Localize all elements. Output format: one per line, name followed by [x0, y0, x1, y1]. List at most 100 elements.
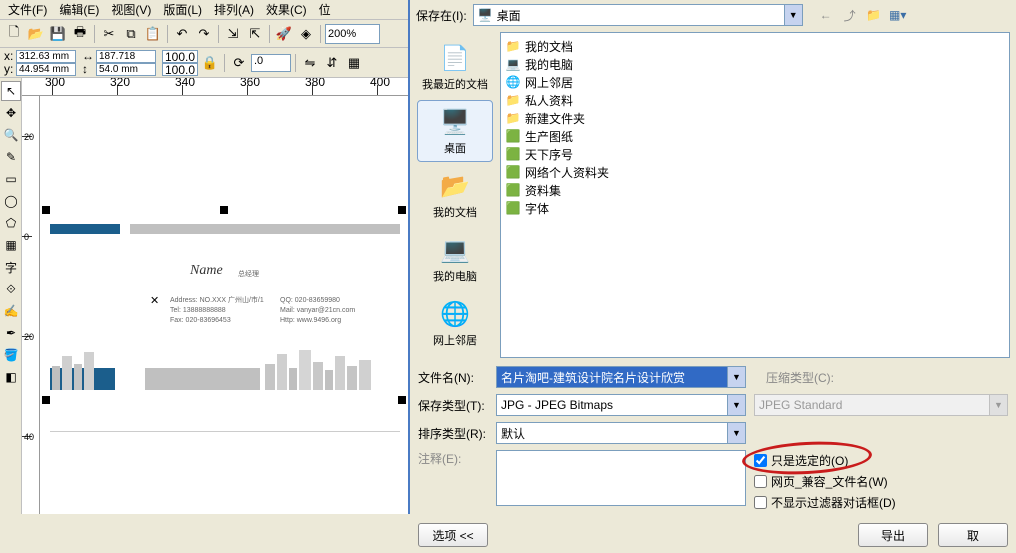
new-folder-icon[interactable]: 📁 — [865, 6, 883, 24]
cancel-button[interactable]: 取 — [938, 523, 1008, 547]
save-in-combo[interactable]: 🖥️ 桌面 ▼ — [473, 4, 803, 26]
place-desktop[interactable]: 🖥️ 桌面 — [417, 100, 493, 162]
file-label: 私人资料 — [525, 92, 573, 109]
cut-icon[interactable]: ✂ — [99, 24, 119, 44]
checkbox-input[interactable] — [754, 496, 767, 509]
copy-icon[interactable]: ⧉ — [121, 24, 141, 44]
notes-textarea[interactable] — [496, 450, 746, 506]
freehand-tool-icon[interactable]: ✎ — [1, 147, 21, 167]
place-recent[interactable]: 📄 我最近的文档 — [417, 36, 493, 98]
checkbox-web-name[interactable]: 网页_兼容_文件名(W) — [754, 473, 1008, 490]
checkbox-group: 只是选定的(O) 网页_兼容_文件名(W) 不显示过滤器对话框(D) — [754, 450, 1008, 511]
app-icon[interactable]: 🚀 — [274, 24, 294, 44]
file-item[interactable]: 🟩字体 — [505, 199, 1005, 217]
zoom-tool-icon[interactable]: 🔍 — [1, 125, 21, 145]
place-label: 网上邻居 — [433, 332, 477, 348]
x-label: x: — [4, 50, 16, 62]
import-icon[interactable]: ⇲ — [223, 24, 243, 44]
height-field[interactable]: 54.0 mm — [96, 63, 156, 76]
menu-file[interactable]: 文件(F) — [2, 0, 53, 20]
checkbox-selected-only[interactable]: 只是选定的(O) — [754, 452, 1008, 469]
mirror-h-icon[interactable]: ⇋ — [300, 53, 320, 73]
selection-handle[interactable] — [42, 206, 50, 214]
file-item[interactable]: 🟩生产图纸 — [505, 127, 1005, 145]
corel-icon[interactable]: ◈ — [296, 24, 316, 44]
file-item[interactable]: 📁我的文档 — [505, 37, 1005, 55]
checkbox-input[interactable] — [754, 475, 767, 488]
place-mypc[interactable]: 💻 我的电脑 — [417, 228, 493, 290]
up-icon[interactable]: ⤴ — [841, 6, 859, 24]
undo-icon[interactable]: ↶ — [172, 24, 192, 44]
open-icon[interactable]: 📂 — [26, 24, 46, 44]
paste-icon[interactable]: 📋 — [143, 24, 163, 44]
ellipse-tool-icon[interactable]: ◯ — [1, 191, 21, 211]
canvas[interactable]: ✕ Name 总经理 Address: NO.XXX 广州山/市/1 Tel: … — [40, 96, 408, 514]
export-icon[interactable]: ⇱ — [245, 24, 265, 44]
separator — [218, 25, 219, 43]
selection-handle[interactable] — [398, 396, 406, 404]
standard-toolbar: 🗋 📂 💾 🖶 ✂ ⧉ 📋 ↶ ↷ ⇲ ⇱ 🚀 ◈ 200% — [0, 20, 408, 48]
menu-edit[interactable]: 编辑(E) — [53, 0, 105, 20]
dropdown-icon[interactable]: ▼ — [727, 367, 745, 387]
shape-tool-icon[interactable]: ✥ — [1, 103, 21, 123]
checkbox-no-filter[interactable]: 不显示过滤器对话框(D) — [754, 494, 1008, 511]
scale-y-field[interactable]: 100.0 — [162, 63, 198, 76]
pick-tool-icon[interactable]: ↖ — [1, 81, 21, 101]
blend-tool-icon[interactable]: ⟐ — [1, 279, 21, 299]
place-mydoc[interactable]: 📂 我的文档 — [417, 164, 493, 226]
group-icon[interactable]: ▦ — [344, 53, 364, 73]
selection-handle[interactable] — [42, 396, 50, 404]
graph-tool-icon[interactable]: ▦ — [1, 235, 21, 255]
view-menu-icon[interactable]: ▦▾ — [889, 6, 907, 24]
mirror-v-icon[interactable]: ⇵ — [322, 53, 342, 73]
selection-handle[interactable] — [398, 206, 406, 214]
file-item[interactable]: 🟩资料集 — [505, 181, 1005, 199]
file-item[interactable]: 📁新建文件夹 — [505, 109, 1005, 127]
width-field[interactable]: 187.718 mm — [96, 50, 156, 63]
menu-arrange[interactable]: 排列(A) — [208, 0, 260, 20]
ruler-horizontal: 300 320 340 360 380 400 — [22, 78, 408, 96]
save-icon[interactable]: 💾 — [48, 24, 68, 44]
eyedropper-tool-icon[interactable]: ✍ — [1, 301, 21, 321]
menu-effects[interactable]: 效果(C) — [260, 0, 313, 20]
type-field[interactable]: JPG - JPEG Bitmaps ▼ — [496, 394, 746, 416]
x-field[interactable]: 312.63 mm — [16, 50, 76, 63]
nav-icons: ← ⤴ 📁 ▦▾ — [817, 6, 907, 24]
dropdown-icon[interactable]: ▼ — [727, 423, 745, 443]
redo-icon[interactable]: ↷ — [194, 24, 214, 44]
dropdown-icon[interactable]: ▼ — [784, 5, 802, 25]
places-bar: 📄 我最近的文档 🖥️ 桌面 📂 我的文档 💻 我的电脑 🌐 网上邻居 — [410, 30, 500, 360]
interactive-fill-icon[interactable]: ◧ — [1, 367, 21, 387]
fill-tool-icon[interactable]: 🪣 — [1, 345, 21, 365]
filename-field[interactable]: 名片淘吧-建筑设计院名片设计欣赏 ▼ — [496, 366, 746, 388]
lock-ratio-icon[interactable]: 🔒 — [200, 53, 220, 73]
file-list[interactable]: 📁我的文档💻我的电脑🌐网上邻居📁私人资料📁新建文件夹🟩生产图纸🟩天下序号🟩网络个… — [500, 32, 1010, 358]
y-field[interactable]: 44.954 mm — [16, 63, 76, 76]
text-tool-icon[interactable]: 字 — [1, 257, 21, 277]
file-item[interactable]: 🟩网络个人资料夹 — [505, 163, 1005, 181]
back-icon[interactable]: ← — [817, 6, 835, 24]
checkbox-input[interactable] — [754, 454, 767, 467]
rotation-field[interactable]: .0 — [251, 54, 291, 72]
selection-handle[interactable] — [220, 206, 228, 214]
export-button[interactable]: 导出 — [858, 523, 928, 547]
options-button[interactable]: 选项 << — [418, 523, 488, 547]
print-icon[interactable]: 🖶 — [70, 24, 90, 44]
sort-field[interactable]: 默认 ▼ — [496, 422, 746, 444]
file-item[interactable]: 📁私人资料 — [505, 91, 1005, 109]
file-item[interactable]: 💻我的电脑 — [505, 55, 1005, 73]
polygon-tool-icon[interactable]: ⬠ — [1, 213, 21, 233]
file-item[interactable]: 🌐网上邻居 — [505, 73, 1005, 91]
menu-layout[interactable]: 版面(L) — [157, 0, 208, 20]
menu-bitmap[interactable]: 位 — [313, 0, 337, 20]
dropdown-icon[interactable]: ▼ — [727, 395, 745, 415]
file-item[interactable]: 🟩天下序号 — [505, 145, 1005, 163]
zoom-select[interactable]: 200% — [325, 24, 380, 44]
rectangle-tool-icon[interactable]: ▭ — [1, 169, 21, 189]
button-row: 选项 << 导出 取 — [410, 517, 1016, 553]
new-icon[interactable]: 🗋 — [4, 24, 24, 44]
outline-tool-icon[interactable]: ✒ — [1, 323, 21, 343]
scale-x-field[interactable]: 100.0 — [162, 50, 198, 63]
place-network[interactable]: 🌐 网上邻居 — [417, 292, 493, 354]
menu-view[interactable]: 视图(V) — [105, 0, 157, 20]
